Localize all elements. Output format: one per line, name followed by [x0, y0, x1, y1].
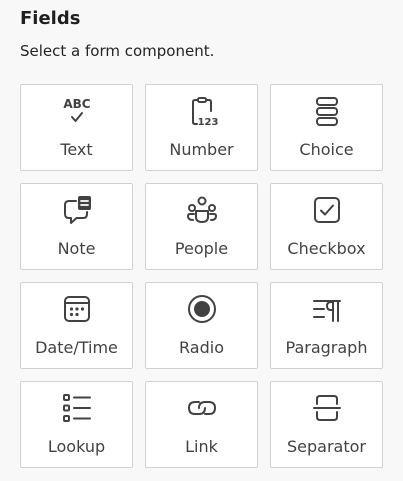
calendar-icon: [61, 293, 93, 325]
number-icon-glyph: 123: [197, 117, 218, 128]
tile-people[interactable]: People: [145, 183, 258, 270]
page-subtitle: Select a form component.: [20, 42, 215, 60]
tile-label: Lookup: [47, 437, 106, 456]
tile-label: Text: [60, 140, 93, 159]
tile-label: Link: [185, 437, 218, 456]
checkbox-checked-icon: [311, 194, 343, 226]
tile-checkbox[interactable]: Checkbox: [270, 183, 383, 270]
people-group-icon: [186, 194, 218, 226]
link-icon: [186, 392, 218, 424]
component-grid: ABC Text 123 Number Choice Note People C…: [20, 84, 383, 468]
tile-label: Separator: [287, 437, 366, 456]
clipboard-number-icon: 123: [186, 95, 218, 128]
stacked-options-icon: [311, 95, 343, 127]
bulleted-list-icon: [61, 392, 93, 424]
tile-label: Checkbox: [287, 239, 366, 258]
tile-label: Number: [169, 140, 234, 159]
tile-note[interactable]: Note: [20, 183, 133, 270]
tile-radio[interactable]: Radio: [145, 282, 258, 369]
fields-header: Fields Select a form component.: [20, 8, 214, 61]
tile-label: Radio: [179, 338, 224, 357]
tile-label: Date/Time: [35, 338, 118, 357]
tile-datetime[interactable]: Date/Time: [20, 282, 133, 369]
radio-button-icon: [186, 293, 218, 325]
separator-icon: [311, 392, 343, 424]
tile-link[interactable]: Link: [145, 381, 258, 468]
text-icon-glyph: ABC: [63, 97, 90, 111]
tile-number[interactable]: 123 Number: [145, 84, 258, 171]
tile-paragraph[interactable]: Paragraph: [270, 282, 383, 369]
tile-label: Choice: [299, 140, 354, 159]
comment-note-icon: [61, 194, 93, 226]
tile-label: Note: [57, 239, 96, 258]
paragraph-icon: [311, 293, 343, 325]
tile-label: Paragraph: [285, 338, 368, 357]
tile-lookup[interactable]: Lookup: [20, 381, 133, 468]
tile-choice[interactable]: Choice: [270, 84, 383, 171]
text-spellcheck-icon: ABC: [61, 95, 93, 127]
tile-text[interactable]: ABC Text: [20, 84, 133, 171]
tile-separator[interactable]: Separator: [270, 381, 383, 468]
page-title: Fields: [20, 8, 81, 29]
tile-label: People: [174, 239, 229, 258]
